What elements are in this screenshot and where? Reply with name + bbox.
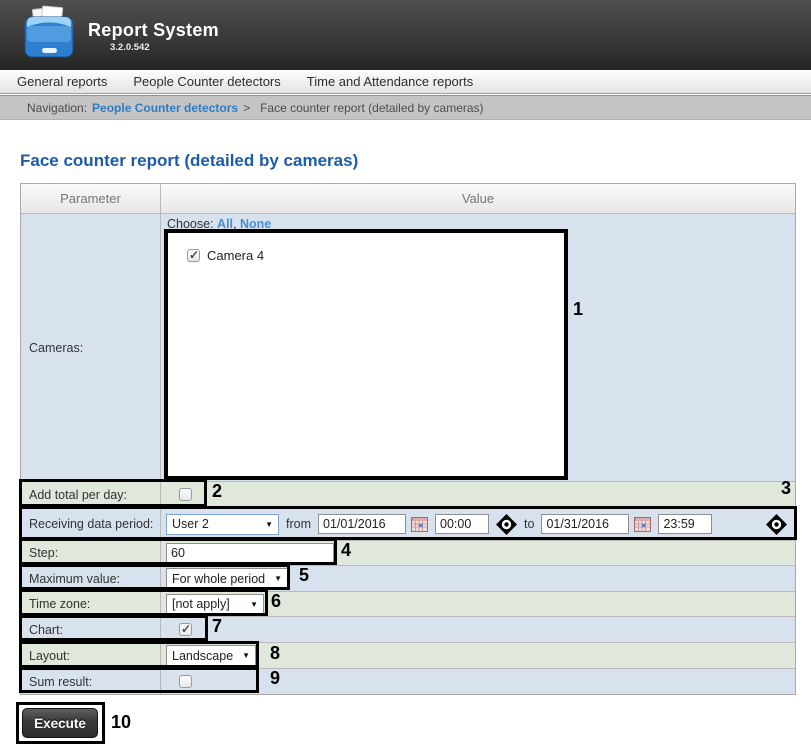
app-title: Report System: [88, 20, 219, 40]
step-input[interactable]: [166, 543, 334, 563]
column-header-value: Value: [461, 191, 495, 206]
from-date-calendar-icon[interactable]: [411, 516, 428, 532]
execute-button[interactable]: Execute: [22, 708, 98, 738]
breadcrumb: Navigation: People Counter detectors > F…: [0, 95, 811, 120]
from-time-input[interactable]: [435, 514, 489, 534]
layout-label: Layout:: [21, 643, 161, 668]
maximum-value-label: Maximum value:: [21, 566, 161, 591]
sum-result-label: Sum result:: [21, 669, 161, 694]
chevron-down-icon: ▼: [250, 599, 258, 609]
menu-time-attendance-reports[interactable]: Time and Attendance reports: [307, 74, 473, 89]
breadcrumb-separator: >: [243, 100, 251, 115]
from-time-spinner-icon[interactable]: [496, 513, 517, 535]
choose-all-link[interactable]: All: [217, 217, 233, 231]
chevron-down-icon: ▼: [265, 519, 273, 529]
camera-4-label: Camera 4: [207, 248, 265, 263]
menu-people-counter-detectors[interactable]: People Counter detectors: [133, 74, 280, 89]
maximum-value-select[interactable]: For whole period ▼: [166, 568, 288, 589]
camera-list: Camera 4: [166, 233, 567, 480]
to-label: to: [524, 517, 535, 531]
row-time-zone: Time zone: [not apply] ▼: [21, 591, 795, 616]
camera-4-checkbox[interactable]: [187, 248, 200, 262]
chevron-down-icon: ▼: [274, 574, 282, 583]
choose-label: Choose:: [167, 217, 214, 231]
row-sum-result: Sum result:: [21, 668, 795, 694]
row-receiving-data-period: Receiving data period: User 2 ▼ from 01/…: [21, 507, 795, 540]
row-maximum-value: Maximum value: For whole period ▼: [21, 565, 795, 591]
menu-general-reports[interactable]: General reports: [17, 74, 107, 89]
maximum-value-select-value: For whole period: [172, 571, 266, 586]
chart-checkbox[interactable]: [179, 622, 192, 636]
breadcrumb-link-people-counter[interactable]: People Counter detectors: [92, 101, 238, 115]
report-parameters-table: Parameter Value Cameras: Choose: All, No…: [20, 183, 796, 695]
annotation-label-10: 10: [111, 712, 132, 732]
cameras-label: Cameras:: [21, 214, 161, 481]
main-menu: General reports People Counter detectors…: [0, 70, 811, 94]
from-label: from: [286, 517, 311, 531]
from-date-input[interactable]: [318, 514, 406, 534]
to-date-input[interactable]: [541, 514, 630, 534]
breadcrumb-prefix: Navigation:: [27, 100, 88, 115]
receiving-period-label: Receiving data period:: [21, 508, 161, 540]
add-total-checkbox[interactable]: [179, 488, 192, 501]
chart-label: Chart:: [21, 617, 161, 642]
cameras-choose-line: Choose: All, None: [161, 214, 795, 233]
row-step: Step:: [21, 540, 795, 565]
chevron-down-icon: ▼: [242, 651, 250, 660]
period-select[interactable]: User 2 ▼: [166, 513, 279, 535]
column-header-parameter: Parameter: [21, 184, 161, 213]
choose-comma: ,: [233, 217, 237, 231]
to-date-calendar-icon[interactable]: [634, 516, 652, 532]
period-select-value: User 2: [172, 517, 209, 531]
choose-none-link[interactable]: None: [240, 217, 271, 231]
layout-select-value: Landscape: [172, 648, 234, 663]
row-layout: Layout: Landscape ▼: [21, 642, 795, 668]
page-title: Face counter report (detailed by cameras…: [20, 151, 359, 170]
to-time-input[interactable]: [658, 514, 713, 534]
camera-list-item: Camera 4: [187, 248, 567, 263]
layout-select[interactable]: Landscape ▼: [166, 645, 256, 666]
report-system-logo-icon: [20, 5, 78, 66]
breadcrumb-current: Face counter report (detailed by cameras…: [260, 100, 484, 115]
to-time-spinner-icon[interactable]: [766, 513, 787, 535]
app-header: Report System 3.2.0.542: [0, 0, 811, 70]
add-total-label: Add total per day:: [21, 482, 161, 507]
row-cameras: Cameras: Choose: All, None Camera 4: [21, 213, 795, 481]
sum-result-checkbox[interactable]: [179, 675, 192, 688]
time-zone-select[interactable]: [not apply] ▼: [166, 593, 264, 615]
row-chart: Chart:: [21, 616, 795, 642]
step-label: Step:: [21, 541, 161, 565]
time-zone-select-value: [not apply]: [172, 597, 230, 611]
time-zone-label: Time zone:: [21, 592, 161, 616]
row-add-total-per-day: Add total per day:: [21, 481, 795, 507]
table-header-row: Parameter Value: [21, 184, 795, 213]
app-version: 3.2.0.542: [110, 42, 150, 53]
